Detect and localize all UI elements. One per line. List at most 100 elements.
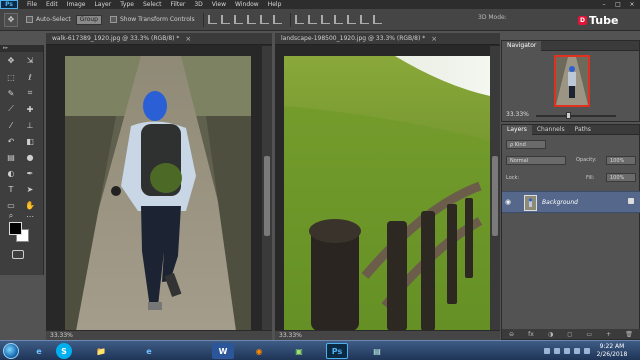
taskbar-clock[interactable]: 9:22 AM 2/26/2018 (592, 343, 632, 359)
tab-navigator[interactable]: Navigator (502, 40, 542, 51)
tray-icon[interactable] (554, 348, 560, 354)
volume-icon[interactable] (574, 348, 580, 354)
menu-type[interactable]: Type (120, 1, 134, 8)
history-brush-tool-icon[interactable]: ↶ (5, 135, 17, 147)
navigator-zoom-value[interactable]: 33.33% (506, 111, 529, 118)
add-mask-icon[interactable]: ◻ (567, 331, 572, 338)
auto-select-dropdown[interactable]: Group (75, 14, 102, 25)
document-tab-landscape[interactable]: landscape-198500_1920.jpg @ 33.3% (RGB/8… (275, 33, 500, 45)
landscape-image-canvas[interactable] (275, 46, 500, 331)
align-top-icon[interactable] (207, 15, 217, 24)
pen-tool-icon[interactable]: ✒ (24, 167, 36, 179)
brush-tool-icon[interactable]: ⁄ (5, 119, 17, 131)
vertical-scrollbar[interactable] (490, 46, 500, 330)
menu-window[interactable]: Window (235, 1, 259, 8)
menu-edit[interactable]: Edit (46, 1, 58, 8)
taskbar-ie-icon-2[interactable]: e (138, 343, 160, 359)
align-middle-icon[interactable] (220, 15, 230, 24)
maximize-button[interactable]: □ (612, 0, 624, 9)
move-tool-icon[interactable]: ✥ (5, 54, 17, 66)
zoom-status[interactable]: 33.33% (279, 332, 302, 339)
foreground-color-swatch[interactable] (9, 222, 22, 235)
quick-mask-icon[interactable] (12, 250, 24, 259)
distribute-bottom-icon[interactable] (320, 15, 330, 24)
minimize-button[interactable]: – (598, 0, 610, 9)
healing-tool-icon[interactable]: ✚ (24, 103, 36, 115)
zoom-status[interactable]: 33.33% (50, 332, 73, 339)
menu-select[interactable]: Select (143, 1, 162, 8)
adjustment-layer-icon[interactable]: ◑ (548, 331, 553, 338)
menu-view[interactable]: View (212, 1, 226, 8)
menu-3d[interactable]: 3D (194, 1, 202, 8)
tab-layers[interactable]: Layers (502, 124, 532, 135)
opacity-field[interactable]: 100% (606, 156, 636, 165)
new-layer-icon[interactable]: + (606, 331, 611, 338)
network-icon[interactable] (584, 348, 590, 354)
start-button[interactable] (3, 342, 19, 359)
quick-select-tool-icon[interactable]: ✎ (5, 87, 17, 99)
layer-style-icon[interactable]: fx (528, 331, 534, 338)
blend-mode-select[interactable]: Normal (506, 156, 566, 165)
tray-icon[interactable] (564, 348, 570, 354)
distribute-middle-icon[interactable] (307, 15, 317, 24)
align-bottom-icon[interactable] (233, 15, 243, 24)
layer-row-background[interactable]: ◉ Background (502, 191, 640, 213)
distribute-top-icon[interactable] (294, 15, 304, 24)
layer-name[interactable]: Background (542, 199, 578, 206)
eraser-tool-icon[interactable]: ◧ (24, 135, 36, 147)
navigator-thumbnail[interactable] (554, 55, 590, 107)
document-tab-walk[interactable]: walk-617389_1920.jpg @ 33.3% (RGB/8) * × (46, 33, 272, 45)
menu-file[interactable]: File (27, 1, 37, 8)
align-right-icon[interactable] (272, 15, 282, 24)
layer-kind-filter[interactable]: ρ Kind (506, 140, 546, 149)
taskbar-firefox-icon[interactable]: ◉ (248, 343, 270, 359)
align-left-icon[interactable] (246, 15, 256, 24)
menu-layer[interactable]: Layer (94, 1, 111, 8)
taskbar-app-icon[interactable]: ▣ (288, 343, 310, 359)
fill-field[interactable]: 100% (606, 173, 636, 182)
more-tools-icon[interactable]: ⋯ (24, 210, 36, 222)
path-select-tool-icon[interactable]: ➤ (24, 183, 36, 195)
auto-align-icon[interactable] (372, 15, 382, 24)
taskbar-skype-icon[interactable]: S (56, 343, 72, 359)
tools-panel-header[interactable]: ▸▸ (0, 45, 43, 52)
taskbar-ie-icon[interactable]: e (28, 343, 50, 359)
gradient-tool-icon[interactable]: ▤ (5, 151, 17, 163)
auto-select-checkbox[interactable] (26, 16, 33, 23)
delete-layer-icon[interactable]: 🗑 (625, 331, 633, 338)
clone-stamp-tool-icon[interactable]: ⊥ (24, 119, 36, 131)
taskbar-app-icon-2[interactable]: ▤ (366, 343, 388, 359)
tab-paths[interactable]: Paths (570, 125, 596, 135)
menu-filter[interactable]: Filter (171, 1, 186, 8)
eyedropper-tool-icon[interactable]: ⟋ (5, 103, 17, 115)
taskbar-word-icon[interactable]: W (212, 343, 234, 359)
tab-channels[interactable]: Channels (532, 125, 570, 135)
show-transform-checkbox[interactable] (110, 16, 117, 23)
close-tab-icon[interactable]: × (185, 35, 191, 43)
distribute-center-icon[interactable] (346, 15, 356, 24)
artboard-tool-icon[interactable]: ⇲ (24, 54, 36, 66)
distribute-left-icon[interactable] (333, 15, 343, 24)
crop-tool-icon[interactable]: ⌗ (24, 87, 36, 99)
visibility-eye-icon[interactable]: ◉ (505, 198, 511, 206)
close-tab-icon[interactable]: × (431, 35, 437, 43)
taskbar-explorer-icon[interactable]: 📁 (90, 343, 112, 359)
close-button[interactable]: × (626, 0, 638, 9)
scrollbar-thumb[interactable] (492, 156, 498, 236)
dodge-tool-icon[interactable]: ◐ (5, 167, 17, 179)
blur-tool-icon[interactable]: ● (24, 151, 36, 163)
zoom-slider-knob[interactable] (566, 112, 571, 119)
lasso-tool-icon[interactable]: ℓ (24, 71, 36, 83)
taskbar-photoshop-icon[interactable]: Ps (326, 343, 348, 359)
scrollbar-thumb[interactable] (264, 156, 270, 236)
distribute-right-icon[interactable] (359, 15, 369, 24)
menu-help[interactable]: Help (268, 1, 282, 8)
type-tool-icon[interactable]: T (5, 183, 17, 195)
new-group-icon[interactable]: ▭ (586, 331, 592, 338)
align-center-icon[interactable] (259, 15, 269, 24)
walk-image-canvas[interactable] (46, 46, 272, 331)
tray-icon[interactable] (544, 348, 550, 354)
move-tool-icon[interactable]: ✥ (4, 12, 18, 27)
marquee-tool-icon[interactable]: ⬚ (5, 71, 17, 83)
zoom-tool-icon[interactable]: ⌕ (5, 210, 17, 222)
